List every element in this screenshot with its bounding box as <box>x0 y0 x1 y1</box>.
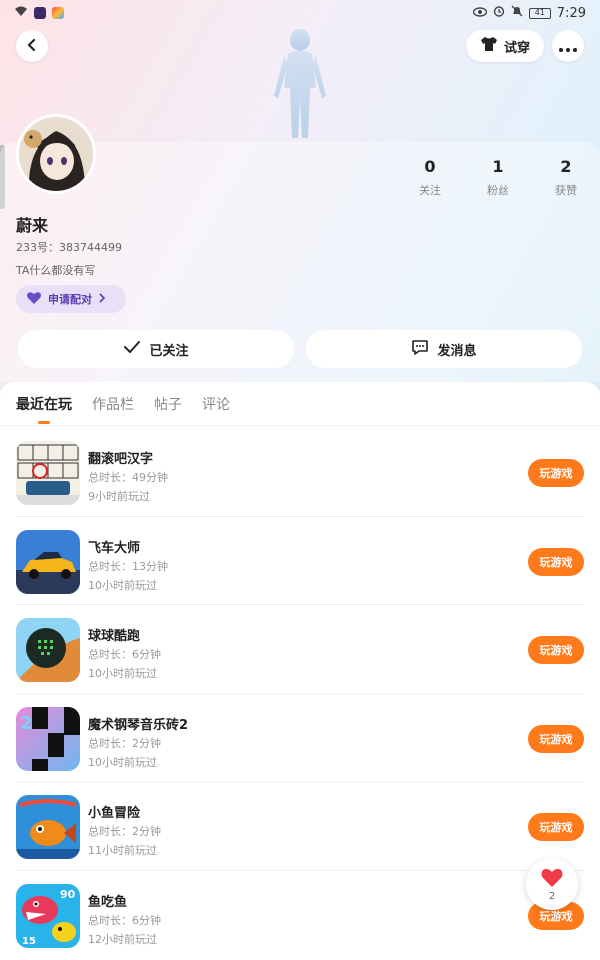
avatar-3d-figure <box>266 28 334 144</box>
content-panel: 最近在玩 作品栏 帖子 评论 翻滚吧汉字 总时长：49分钟 9小时前玩过 玩游戏… <box>0 382 600 960</box>
game-last-played: 12小时前玩过 <box>88 932 157 946</box>
list-item[interactable]: 90 15 鱼吃鱼 总时长：6分钟 12小时前玩过 玩游戏 <box>16 871 584 960</box>
wifi-icon <box>14 6 28 21</box>
status-time: 7:29 <box>556 5 586 21</box>
avatar[interactable] <box>16 114 96 194</box>
racing-car-icon <box>16 529 80 594</box>
profile-bio: TA什么都没有写 <box>16 264 96 277</box>
game-last-played: 10小时前玩过 <box>88 667 157 680</box>
game-duration: 总时长：2分钟 <box>88 825 161 838</box>
game-last-played: 11小时前玩过 <box>88 844 157 857</box>
stat-value: 1 <box>492 157 504 176</box>
profile-name: 蔚来 <box>16 216 49 235</box>
try-on-button[interactable]: 试穿 <box>465 30 544 62</box>
svg-text:90: 90 <box>60 888 76 901</box>
game-title: 魔术钢琴音乐砖2 <box>88 717 189 733</box>
tab-posts[interactable]: 帖子 <box>154 394 182 424</box>
stat-followers[interactable]: 1 粉丝 <box>464 157 532 198</box>
stat-likes[interactable]: 2 获赞 <box>532 157 600 198</box>
tab-recently-played[interactable]: 最近在玩 <box>16 394 72 424</box>
send-message-label: 发消息 <box>437 343 477 359</box>
check-icon <box>123 340 141 358</box>
app-notification-icon <box>34 7 46 19</box>
stat-following[interactable]: 0 关注 <box>396 157 464 198</box>
alarm-icon <box>493 5 505 21</box>
tab-comments[interactable]: 评论 <box>202 394 230 424</box>
play-game-button[interactable]: 玩游戏 <box>528 547 584 576</box>
svg-text:2: 2 <box>20 713 33 734</box>
stat-label: 获赞 <box>555 184 577 197</box>
heart-icon <box>540 867 564 892</box>
game-last-played: 10小时前玩过 <box>88 578 157 592</box>
game-title: 翻滚吧汉字 <box>88 452 154 467</box>
profile-uid: 233号：383744499 <box>16 241 122 254</box>
play-game-button[interactable]: 玩游戏 <box>528 636 584 664</box>
tab-works[interactable]: 作品栏 <box>92 394 134 424</box>
piano-tiles-icon: 2 <box>16 706 80 771</box>
profile-stats: 0 关注 1 粉丝 2 获赞 <box>396 157 600 198</box>
list-item[interactable]: 翻滚吧汉字 总时长：49分钟 9小时前玩过 玩游戏 <box>16 428 584 517</box>
app-notification-icon <box>52 7 64 19</box>
list-item[interactable]: 小鱼冒险 总时长：2分钟 11小时前玩过 玩游戏 <box>16 782 584 871</box>
stat-label: 粉丝 <box>487 184 509 197</box>
svg-text:15: 15 <box>22 936 36 947</box>
play-game-button[interactable]: 玩游戏 <box>528 813 584 841</box>
divider <box>0 425 600 426</box>
game-last-played: 9小时前玩过 <box>88 490 150 503</box>
game-duration: 总时长：13分钟 <box>88 559 168 573</box>
like-floating-button[interactable]: 2 <box>526 858 578 910</box>
game-duration: 总时长：2分钟 <box>88 736 161 750</box>
game-title: 飞车大师 <box>88 540 141 556</box>
ball-run-icon <box>16 618 80 682</box>
heart-pair-icon <box>26 291 42 308</box>
status-bar: 41 7:29 <box>0 0 600 26</box>
like-count: 2 <box>548 890 556 902</box>
game-duration: 总时长：49分钟 <box>88 471 168 484</box>
stat-label: 关注 <box>419 184 441 197</box>
game-title: 鱼吃鱼 <box>88 894 128 910</box>
try-on-label: 试穿 <box>503 40 530 56</box>
list-item[interactable]: 2 魔术钢琴音乐砖2 总时长：2分钟 10小时前玩过 玩游戏 <box>16 694 584 782</box>
more-dots-icon <box>559 37 577 56</box>
game-last-played: 10小时前玩过 <box>88 755 157 769</box>
play-game-button[interactable]: 玩游戏 <box>528 459 584 487</box>
chevron-left-icon <box>25 37 39 56</box>
apply-pair-label: 申请配对 <box>48 293 92 306</box>
apply-pair-button[interactable]: 申请配对 <box>16 285 126 313</box>
stat-value: 0 <box>424 157 436 176</box>
send-message-button[interactable]: 发消息 <box>306 330 582 368</box>
game-title: 球球酷跑 <box>88 629 141 644</box>
followed-button[interactable]: 已关注 <box>18 330 294 368</box>
tab-bar: 最近在玩 作品栏 帖子 评论 <box>16 394 230 424</box>
play-game-button[interactable]: 玩游戏 <box>528 724 584 753</box>
fish-adventure-icon <box>16 795 80 859</box>
battery-icon: 41 <box>528 7 551 19</box>
chat-bubble-icon <box>411 339 429 360</box>
mute-icon <box>511 5 523 21</box>
back-button[interactable] <box>16 30 48 62</box>
more-options-button[interactable] <box>552 30 584 62</box>
game-title: 小鱼冒险 <box>88 806 141 821</box>
shirt-icon <box>480 36 498 56</box>
stat-value: 2 <box>560 157 572 176</box>
game-duration: 总时长：6分钟 <box>88 913 161 927</box>
list-item[interactable]: 飞车大师 总时长：13分钟 10小时前玩过 玩游戏 <box>16 517 584 605</box>
fish-eat-fish-icon: 90 15 <box>16 883 80 948</box>
hanzi-game-icon <box>16 441 80 505</box>
chevron-right-icon <box>98 292 106 306</box>
game-list: 翻滚吧汉字 总时长：49分钟 9小时前玩过 玩游戏 飞车大师 总时长：13分钟 … <box>0 428 600 959</box>
followed-label: 已关注 <box>149 343 189 359</box>
eye-icon <box>472 6 487 21</box>
game-duration: 总时长：6分钟 <box>88 648 161 661</box>
list-item[interactable]: 球球酷跑 总时长：6分钟 10小时前玩过 玩游戏 <box>16 605 584 694</box>
